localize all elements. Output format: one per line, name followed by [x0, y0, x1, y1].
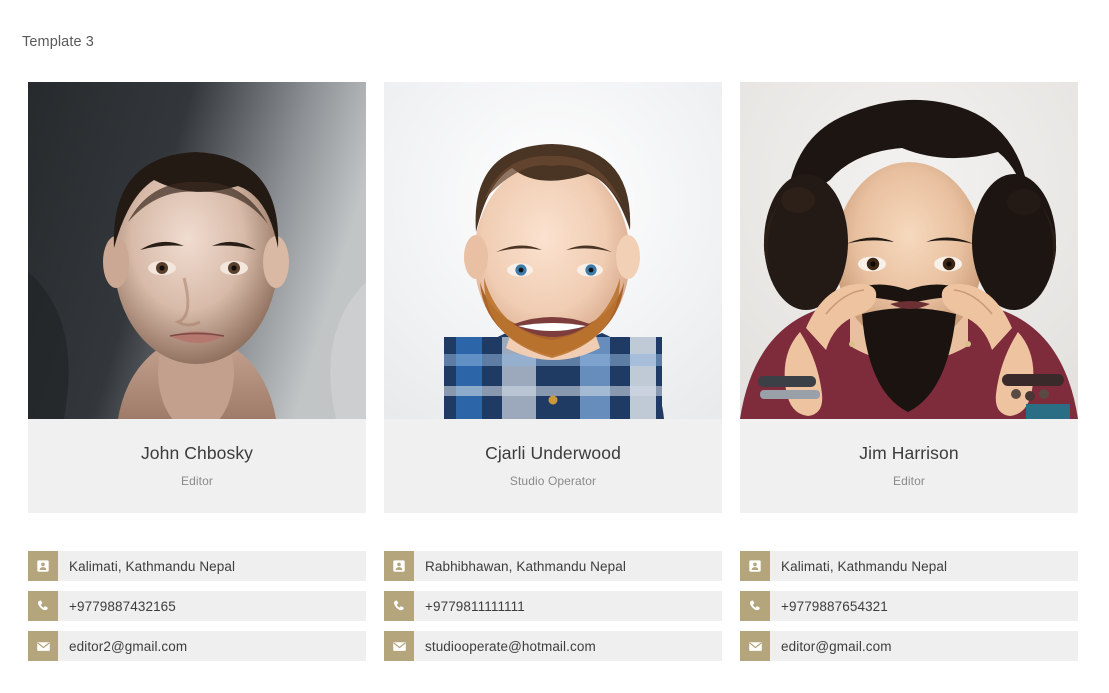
team-member-card[interactable]: Jim Harrison Editor — [740, 82, 1078, 513]
contact-row-address[interactable]: Kalimati, Kathmandu Nepal — [28, 551, 366, 581]
page-title: Template 3 — [22, 34, 94, 50]
contact-email-text: studiooperate@hotmail.com — [425, 638, 596, 654]
member-caption: Jim Harrison Editor — [740, 419, 1078, 513]
contact-row-phone[interactable]: +9779811111111 — [384, 591, 722, 621]
team-column: Jim Harrison Editor Kalimati, Kathmandu … — [740, 82, 1078, 661]
member-role: Studio Operator — [509, 474, 597, 489]
contact-row-address[interactable]: Rabhibhawan, Kathmandu Nepal — [384, 551, 722, 581]
envelope-icon — [384, 631, 414, 661]
team-grid: John Chbosky Editor Kalimati, Kathmandu … — [28, 82, 1080, 661]
contact-address-text: Rabhibhawan, Kathmandu Nepal — [425, 558, 626, 574]
contact-phone-text: +9779887654321 — [781, 598, 888, 614]
address-card-icon — [384, 551, 414, 581]
contact-row-email[interactable]: studiooperate@hotmail.com — [384, 631, 722, 661]
portrait-photo-3 — [740, 82, 1078, 419]
address-card-icon — [740, 551, 770, 581]
team-member-card[interactable]: John Chbosky Editor — [28, 82, 366, 513]
contact-email-text: editor2@gmail.com — [69, 638, 188, 654]
contact-row-address[interactable]: Kalimati, Kathmandu Nepal — [740, 551, 1078, 581]
member-photo — [740, 82, 1078, 419]
member-role: Editor — [181, 474, 213, 489]
contact-row-email[interactable]: editor@gmail.com — [740, 631, 1078, 661]
member-caption: Cjarli Underwood Studio Operator — [384, 419, 722, 513]
envelope-icon — [740, 631, 770, 661]
team-template-page: Template 3 John Chbosky Editor Kalimati,… — [0, 0, 1109, 693]
member-photo — [28, 82, 366, 419]
contact-row-email[interactable]: editor2@gmail.com — [28, 631, 366, 661]
member-caption: John Chbosky Editor — [28, 419, 366, 513]
member-name: Cjarli Underwood — [485, 442, 621, 463]
member-contacts: Kalimati, Kathmandu Nepal +9779887654321 — [740, 551, 1078, 661]
member-contacts: Kalimati, Kathmandu Nepal +9779887432165 — [28, 551, 366, 661]
contact-address-text: Kalimati, Kathmandu Nepal — [781, 558, 948, 574]
member-photo — [384, 82, 722, 419]
address-card-icon — [28, 551, 58, 581]
contact-row-phone[interactable]: +9779887654321 — [740, 591, 1078, 621]
contact-row-phone[interactable]: +9779887432165 — [28, 591, 366, 621]
portrait-photo-1 — [28, 82, 366, 419]
contact-phone-text: +9779887432165 — [69, 598, 176, 614]
envelope-icon — [28, 631, 58, 661]
member-role: Editor — [893, 474, 925, 489]
member-name: Jim Harrison — [859, 442, 959, 463]
member-name: John Chbosky — [140, 442, 254, 463]
team-member-card[interactable]: Cjarli Underwood Studio Operator — [384, 82, 722, 513]
phone-icon — [384, 591, 414, 621]
phone-icon — [28, 591, 58, 621]
team-column: Cjarli Underwood Studio Operator Rabhibh… — [384, 82, 722, 661]
portrait-photo-2 — [384, 82, 722, 419]
contact-email-text: editor@gmail.com — [781, 638, 892, 654]
member-contacts: Rabhibhawan, Kathmandu Nepal +9779811111… — [384, 551, 722, 661]
contact-phone-text: +9779811111111 — [425, 598, 525, 614]
contact-address-text: Kalimati, Kathmandu Nepal — [69, 558, 236, 574]
team-column: John Chbosky Editor Kalimati, Kathmandu … — [28, 82, 366, 661]
phone-icon — [740, 591, 770, 621]
